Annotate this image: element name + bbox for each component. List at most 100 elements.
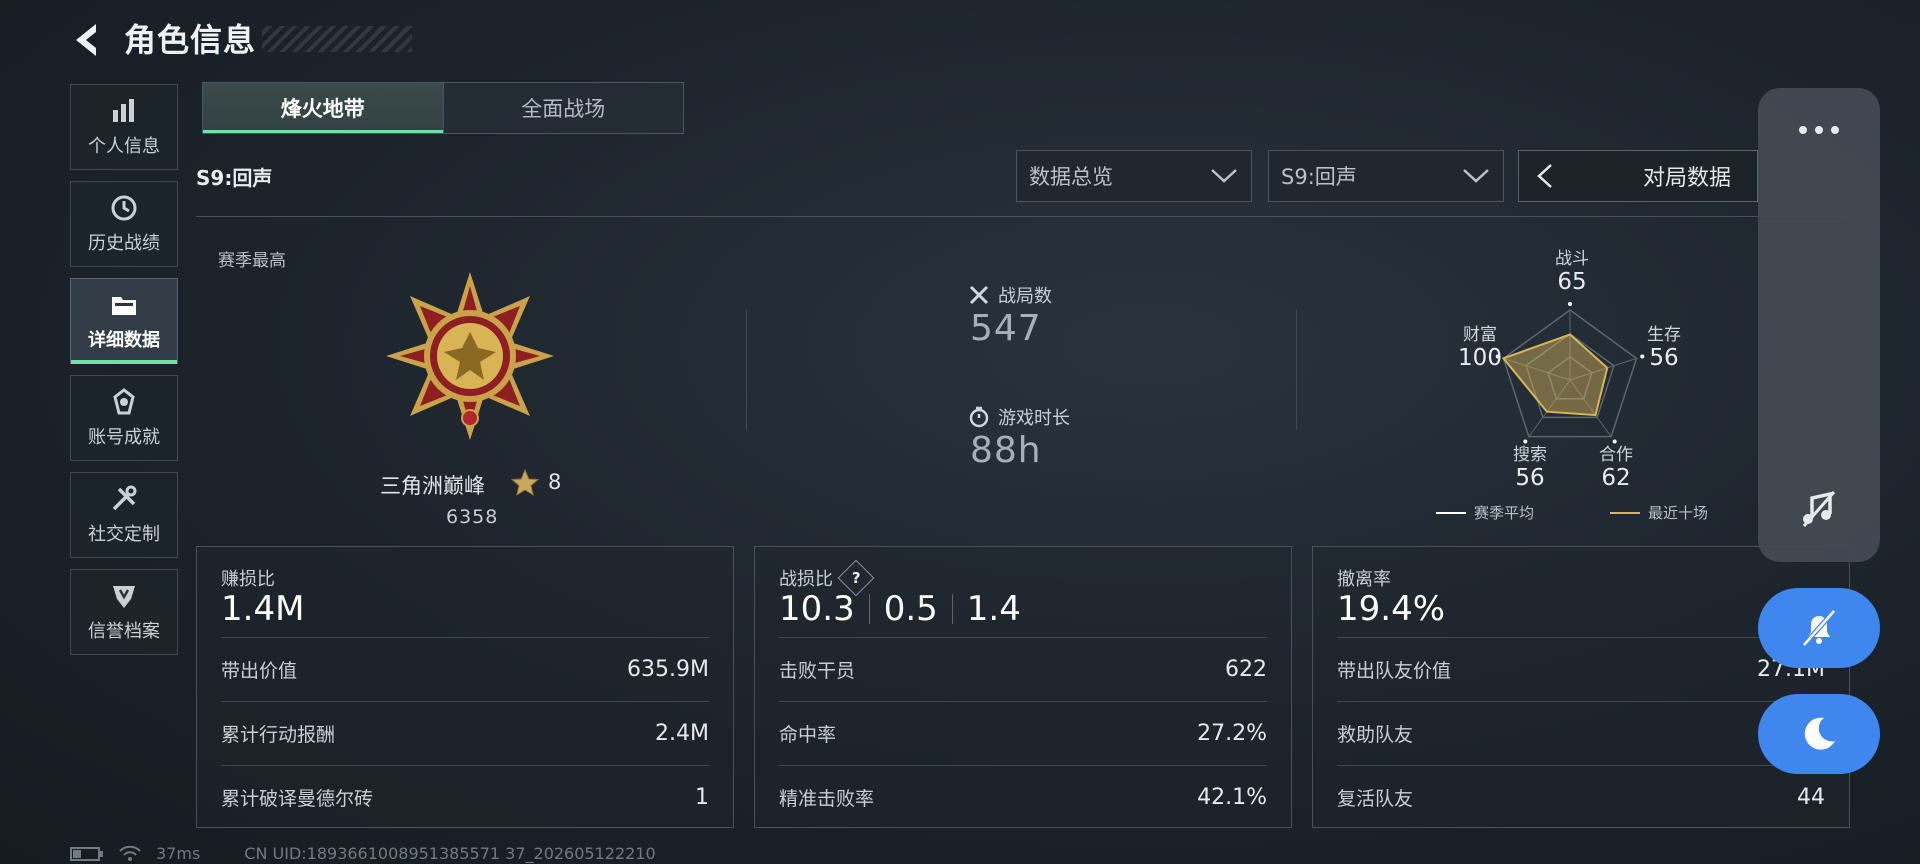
row-value: 635.9M xyxy=(627,657,709,682)
sidebar-item-label: 社交定制 xyxy=(88,524,160,545)
row-label: 带出队友价值 xyxy=(1337,660,1452,682)
card-big-value: 19.4% xyxy=(1337,589,1446,629)
card-row: 复活队友 44 xyxy=(1337,765,1825,829)
floating-tool-panel xyxy=(1758,88,1880,562)
card-row: 击败干员 622 xyxy=(779,637,1267,701)
shield-icon xyxy=(113,586,135,608)
separator xyxy=(951,594,953,624)
card-big-value: 1.4M xyxy=(221,589,305,629)
card-row: 累计破译曼德尔砖 1 xyxy=(221,765,709,829)
combat-card: 战损比 ? 10.3 0.5 1.4 击败干员 622 命中率 27.2% 精准击败… xyxy=(754,546,1292,828)
card-row: 带出价值 635.9M xyxy=(221,637,709,701)
legend-season-label: 赛季平均 xyxy=(1474,504,1535,522)
title-decoration xyxy=(262,26,412,52)
legend-recent: 最近十场 xyxy=(1610,502,1708,523)
vertical-divider xyxy=(1296,310,1297,430)
back-button[interactable] xyxy=(70,18,106,62)
radar-label: 战斗 xyxy=(1555,249,1589,269)
legend-recent-swatch xyxy=(1610,511,1640,514)
playtime-value: 88h xyxy=(970,430,1042,471)
season-dropdown-value: S9:回声 xyxy=(1281,165,1357,189)
row-value: 27.2% xyxy=(1197,721,1267,746)
radar-axis-combat: 战斗 65 xyxy=(1532,244,1612,295)
kd-part: 10.3 xyxy=(779,589,855,629)
help-glyph: ? xyxy=(851,568,861,587)
tools-icon xyxy=(112,485,137,511)
radar-axis-search: 搜索 56 xyxy=(1490,440,1570,491)
mode-tabs: 烽火地带 全面战场 xyxy=(202,82,684,134)
sidebar-item-credit[interactable]: 信誉档案 xyxy=(70,569,178,655)
rank-name: 三角洲巅峰 xyxy=(380,474,485,498)
vertical-divider xyxy=(746,310,747,430)
sidebar-item-profile[interactable]: 个人信息 xyxy=(70,84,178,170)
row-label: 命中率 xyxy=(779,724,837,746)
season-dropdown[interactable]: S9:回声 xyxy=(1268,150,1504,202)
ping-value: 37ms xyxy=(156,844,201,863)
radar-label: 合作 xyxy=(1599,445,1633,465)
row-value: 2.4M xyxy=(655,721,709,746)
crossed-swords-icon xyxy=(969,285,989,305)
card-row: 命中率 27.2% xyxy=(779,701,1267,765)
uid-text: CN UID:1893661008951385571 37_2026051222… xyxy=(244,844,656,863)
rank-score: 6358 xyxy=(446,506,499,528)
night-mode-button[interactable] xyxy=(1758,694,1880,774)
radar-label: 生存 xyxy=(1647,325,1681,345)
legend-season-swatch xyxy=(1436,511,1466,514)
card-title-row: 战损比 ? xyxy=(779,559,875,597)
row-label: 救助队友 xyxy=(1337,724,1414,746)
radar-label: 搜索 xyxy=(1513,445,1547,465)
card-title: 赚损比 xyxy=(221,569,275,590)
page-title: 角色信息 xyxy=(124,21,257,59)
tab-full-battlefield[interactable]: 全面战场 xyxy=(444,83,684,133)
sidebar-item-details[interactable]: 详细数据 xyxy=(70,278,178,364)
mute-notifications-button[interactable] xyxy=(1758,588,1880,668)
separator xyxy=(868,594,870,624)
chevron-down-icon xyxy=(1463,169,1489,183)
sidebar-item-label: 历史战绩 xyxy=(88,233,160,254)
overview-dropdown[interactable]: 数据总览 xyxy=(1016,150,1252,202)
row-label: 击败干员 xyxy=(779,660,856,682)
radar-value: 56 xyxy=(1515,465,1545,491)
matches-label: 战局数 xyxy=(998,286,1052,307)
achievement-icon xyxy=(113,388,135,415)
wifi-icon xyxy=(119,845,141,861)
section-divider xyxy=(196,216,1846,217)
season-best-label: 赛季最高 xyxy=(218,251,286,271)
tab-fire-zone[interactable]: 烽火地带 xyxy=(203,83,444,133)
match-data-button[interactable]: 对局数据 xyxy=(1518,150,1758,202)
sidebar-item-social[interactable]: 社交定制 xyxy=(70,472,178,558)
chevron-down-icon xyxy=(1211,169,1237,183)
sidebar-item-history[interactable]: 历史战绩 xyxy=(70,181,178,267)
history-clock-icon xyxy=(111,195,137,221)
season-label: S9:回声 xyxy=(196,166,273,190)
bar-chart-icon xyxy=(113,99,134,122)
sidebar-item-label: 账号成就 xyxy=(88,427,160,448)
extract-card: 撤离率 19.4% 带出队友价值 27.1M 救助队友 复活队友 44 xyxy=(1312,546,1850,828)
card-row: 救助队友 xyxy=(1337,701,1825,765)
moon-icon xyxy=(1804,717,1835,750)
legend-season: 赛季平均 xyxy=(1436,502,1534,523)
music-off-icon[interactable] xyxy=(1798,488,1840,530)
row-label: 精准击败率 xyxy=(779,788,875,810)
card-row: 累计行动报酬 2.4M xyxy=(221,701,709,765)
kd-part: 0.5 xyxy=(883,589,938,629)
back-arrow-icon xyxy=(76,24,96,56)
matches-label-row: 战局数 xyxy=(968,282,1052,308)
more-dots-icon[interactable] xyxy=(1796,124,1842,136)
row-label: 累计行动报酬 xyxy=(221,724,336,746)
card-row: 精准击败率 42.1% xyxy=(779,765,1267,829)
row-value: 44 xyxy=(1797,785,1825,810)
radar-axis-teamwork: 合作 62 xyxy=(1576,440,1656,491)
radar-label: 财富 xyxy=(1463,325,1497,345)
rank-stars-count: 8 xyxy=(548,470,562,494)
sidebar-item-achievements[interactable]: 账号成就 xyxy=(70,375,178,461)
kd-part: 1.4 xyxy=(966,589,1021,629)
playtime-label: 游戏时长 xyxy=(998,408,1070,429)
star-icon xyxy=(510,468,540,497)
radar-axis-survival: 生存 56 xyxy=(1624,320,1704,371)
chevron-left-icon xyxy=(1537,164,1552,188)
sidebar-item-label: 详细数据 xyxy=(88,330,160,351)
overview-dropdown-value: 数据总览 xyxy=(1029,165,1113,189)
battery-icon xyxy=(70,846,103,861)
sidebar-item-label: 信誉档案 xyxy=(88,621,160,642)
